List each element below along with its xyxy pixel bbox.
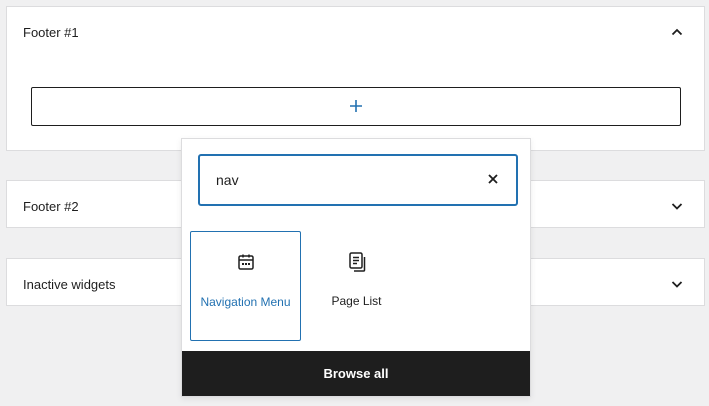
browse-all-button[interactable]: Browse all — [182, 351, 530, 396]
calendar-icon — [237, 254, 254, 270]
block-label: Page List — [331, 294, 382, 308]
block-navigation-menu[interactable]: Navigation Menu — [190, 231, 301, 341]
chevron-down-icon[interactable] — [670, 199, 684, 213]
widget-area-title[interactable]: Footer #1 — [23, 25, 79, 40]
block-search-input[interactable] — [216, 169, 466, 191]
plus-icon — [350, 100, 362, 112]
add-block-button[interactable] — [31, 87, 681, 126]
chevron-up-icon[interactable] — [670, 25, 684, 39]
widget-area-footer-1: Footer #1 — [6, 6, 705, 151]
close-icon[interactable] — [486, 172, 500, 186]
widget-area-title[interactable]: Inactive widgets — [23, 277, 116, 292]
block-search — [198, 154, 518, 206]
pages-icon — [348, 252, 365, 272]
chevron-down-icon[interactable] — [670, 277, 684, 291]
block-label: Navigation Menu — [200, 295, 291, 309]
block-page-list[interactable]: Page List — [301, 231, 412, 341]
widget-area-title[interactable]: Footer #2 — [23, 199, 79, 214]
block-inserter-popover: Navigation Menu Page List Browse all — [181, 138, 531, 397]
